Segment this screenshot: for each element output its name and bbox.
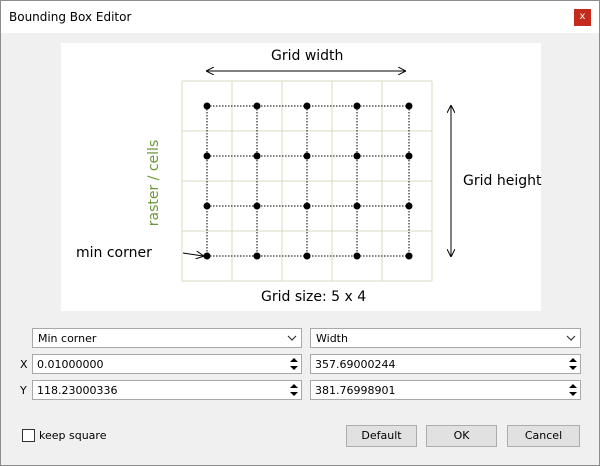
window-title: Bounding Box Editor [9,10,132,24]
y-height-input[interactable] [312,382,562,398]
grid-height-label: Grid height [463,173,542,189]
grid-width-label: Grid width [271,48,344,64]
x-min-input[interactable] [34,356,284,372]
spin-down-icon[interactable] [288,390,300,398]
spin-up-icon[interactable] [288,356,300,364]
raster-cells-label: raster / cells [146,139,162,227]
spin-down-icon[interactable] [567,390,579,398]
ok-button[interactable]: OK [426,425,497,447]
y-min-spinbox[interactable] [32,380,302,400]
min-corner-combo[interactable]: Min corner [32,328,302,348]
chevron-down-icon [566,335,576,341]
close-button[interactable]: x [574,9,591,26]
cancel-button[interactable]: Cancel [507,425,580,447]
min-corner-label: min corner [76,245,152,261]
min-corner-combo-value: Min corner [38,332,97,345]
x-width-spinbox[interactable] [310,354,581,374]
default-button[interactable]: Default [346,425,417,447]
keep-square-label: keep square [39,429,107,442]
width-combo[interactable]: Width [310,328,581,348]
bounding-box-diagram: Grid width Grid height raster / cells mi… [61,43,541,311]
spin-up-icon[interactable] [567,356,579,364]
checkbox-box[interactable] [22,429,35,442]
y-height-spinbox[interactable] [310,380,581,400]
title-bar: Bounding Box Editor x [1,1,599,33]
spin-down-icon[interactable] [288,364,300,372]
bounding-box-editor-dialog: Bounding Box Editor x Grid width Grid he… [0,0,600,466]
spin-up-icon[interactable] [567,382,579,390]
x-min-spinbox[interactable] [32,354,302,374]
x-width-input[interactable] [312,356,562,372]
min-corner-arrow [182,253,203,256]
y-axis-label: Y [20,384,27,397]
y-min-input[interactable] [34,382,284,398]
grid-size-label: Grid size: 5 x 4 [261,289,367,305]
spin-up-icon[interactable] [288,382,300,390]
chevron-down-icon [287,335,297,341]
spin-down-icon[interactable] [567,364,579,372]
x-axis-label: X [20,358,28,371]
width-combo-value: Width [316,332,348,345]
